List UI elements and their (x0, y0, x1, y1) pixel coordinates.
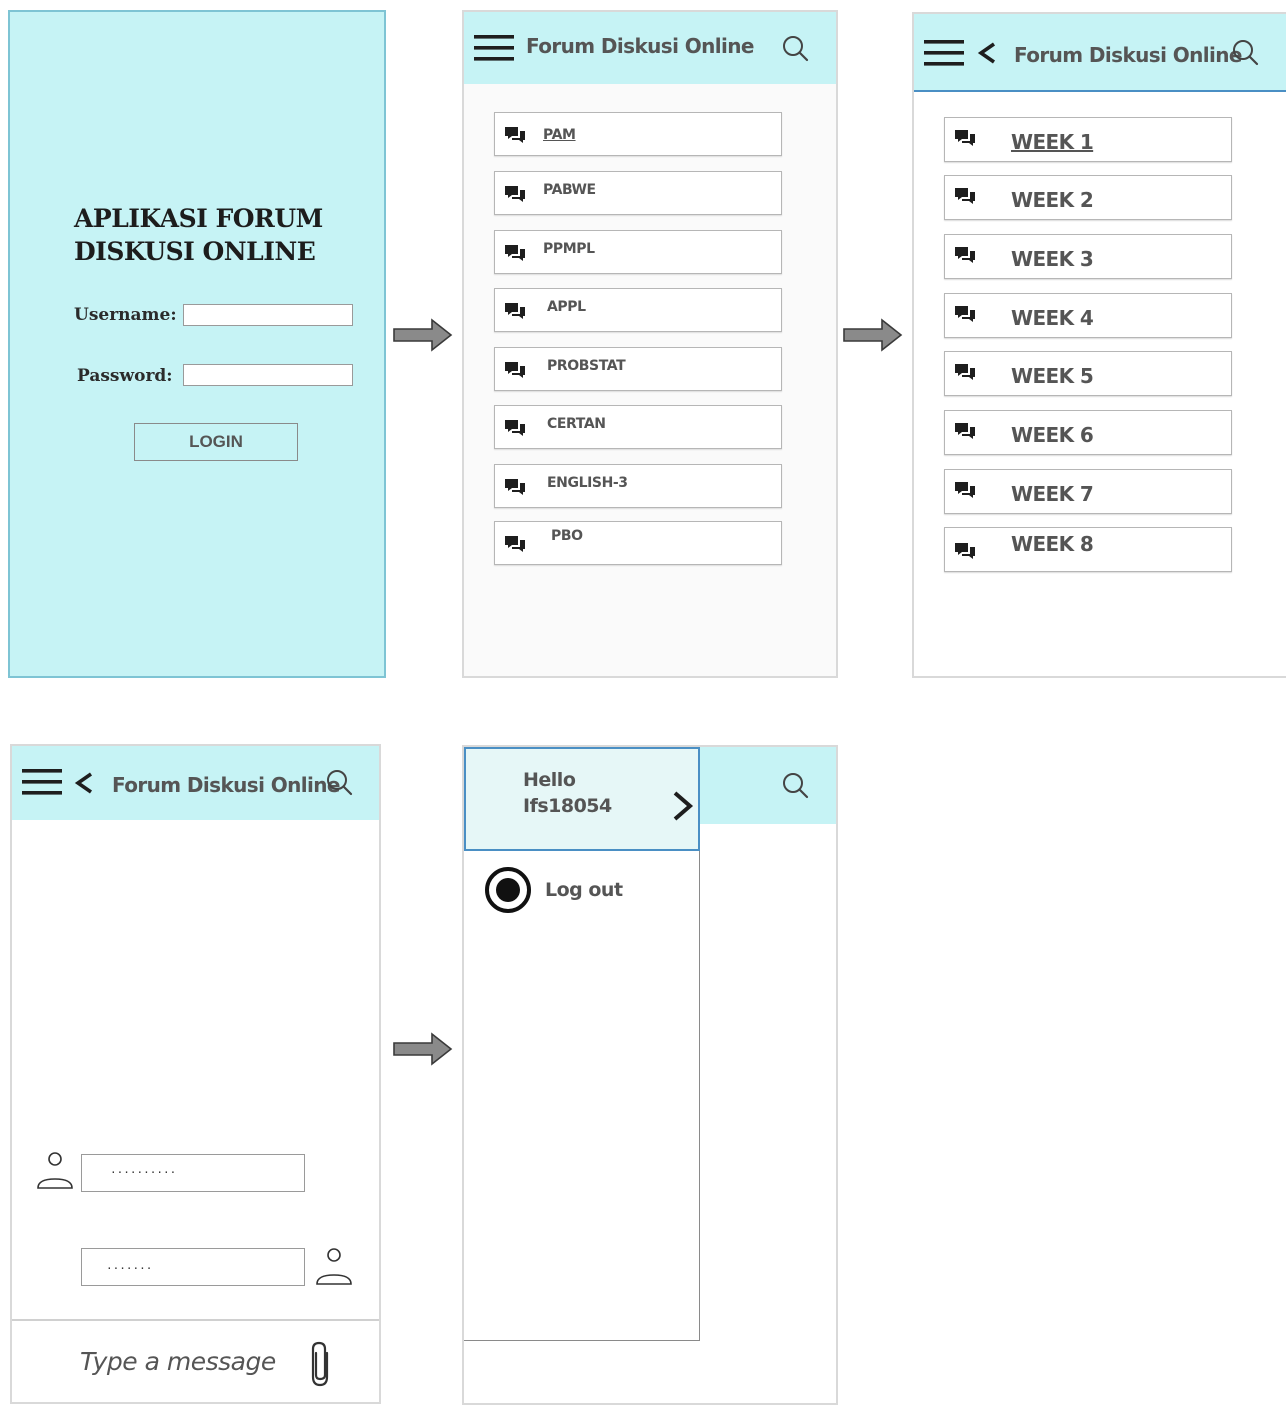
week-item[interactable]: WEEK 3 (944, 234, 1232, 279)
course-item-label: ENGLISH-3 (547, 475, 628, 491)
week-item[interactable]: WEEK 1 (944, 117, 1232, 162)
week-item-label: WEEK 1 (1011, 130, 1094, 154)
login-screen: APLIKASI FORUM DISKUSI ONLINE Username: … (8, 10, 386, 678)
message-input-placeholder[interactable]: Type a message (80, 1347, 276, 1376)
drawer-header: Hello Ifs18054 (464, 747, 700, 851)
username-label: Username: (74, 305, 177, 325)
app-title: APLIKASI FORUM DISKUSI ONLINE (74, 202, 374, 268)
page-title: Forum Diskusi Online (526, 34, 754, 58)
hamburger-icon[interactable] (22, 768, 62, 796)
greeting-username: Ifs18054 (523, 795, 612, 817)
chat-bubbles-icon (503, 360, 527, 382)
week-item-label: WEEK 4 (1011, 306, 1094, 330)
arrow-right-icon (393, 318, 453, 352)
week-item[interactable]: WEEK 7 (944, 469, 1232, 514)
top-bar: Forum Diskusi Online (464, 12, 836, 84)
top-bar: Forum Diskusi Online (914, 14, 1286, 92)
course-item[interactable]: PAM (494, 112, 782, 156)
course-item-label: PROBSTAT (547, 358, 626, 374)
chat-bubbles-icon (953, 421, 977, 443)
radio-selected-icon[interactable] (483, 867, 533, 913)
week-item-label: WEEK 5 (1011, 364, 1094, 388)
chevron-right-icon[interactable] (671, 789, 695, 823)
back-chevron-icon[interactable] (73, 771, 95, 795)
week-list-screen: Forum Diskusi Online WEEK 1 WEEK 2 WEEK 3 W… (912, 12, 1286, 678)
chat-bubbles-icon (503, 184, 527, 206)
course-item[interactable]: ENGLISH-3 (494, 464, 782, 508)
arrow-right-icon (393, 1032, 453, 1066)
course-item-label: PPMPL (543, 241, 595, 257)
chat-bubbles-icon (953, 128, 977, 150)
user-icon (314, 1246, 354, 1288)
chat-bubbles-icon (503, 125, 527, 147)
app-title-line2: DISKUSI ONLINE (74, 237, 316, 266)
logout-button[interactable]: Log out (545, 879, 623, 901)
search-icon[interactable] (1230, 38, 1260, 68)
user-icon (35, 1150, 75, 1192)
paperclip-icon[interactable] (305, 1339, 339, 1389)
top-bar: Forum Diskusi Online (12, 746, 379, 820)
course-item-label: CERTAN (547, 416, 606, 432)
chat-bubbles-icon (953, 186, 977, 208)
week-item-label: WEEK 3 (1011, 247, 1094, 271)
nav-drawer: Hello Ifs18054 Log out (464, 747, 700, 1341)
hamburger-icon[interactable] (474, 34, 514, 62)
page-title: Forum Diskusi Online (1014, 43, 1242, 67)
week-item-label: WEEK 2 (1011, 188, 1094, 212)
course-item[interactable]: PBO (494, 521, 782, 565)
course-item-label: PABWE (543, 182, 596, 198)
chat-bubbles-icon (503, 418, 527, 440)
message-composer[interactable]: Type a message (12, 1319, 379, 1402)
week-item[interactable]: WEEK 8 (944, 527, 1232, 572)
password-input[interactable] (183, 364, 353, 386)
course-item[interactable]: PROBSTAT (494, 347, 782, 391)
search-icon[interactable] (324, 768, 354, 798)
week-item[interactable]: WEEK 2 (944, 175, 1232, 220)
search-icon[interactable] (780, 771, 810, 801)
week-item-label: WEEK 8 (1011, 532, 1094, 556)
page-title: Forum Diskusi Online (112, 773, 340, 797)
chat-bubbles-icon (953, 362, 977, 384)
course-item-label: APPL (547, 299, 586, 315)
hamburger-icon[interactable] (924, 39, 964, 67)
chat-bubbles-icon (953, 245, 977, 267)
search-icon[interactable] (780, 34, 810, 64)
course-list-screen: Forum Diskusi Online PAM PABWE PPMPL APPL PR… (462, 10, 838, 678)
course-item-label: PAM (543, 127, 576, 143)
message-bubble-outgoing: ....... (81, 1248, 305, 1286)
chat-bubbles-icon (953, 304, 977, 326)
chat-bubbles-icon (953, 480, 977, 502)
chat-bubbles-icon (503, 534, 527, 556)
week-item-label: WEEK 6 (1011, 423, 1094, 447)
message-bubble-incoming: .......... (81, 1154, 305, 1192)
arrow-right-icon (843, 318, 903, 352)
chat-bubbles-icon (503, 477, 527, 499)
chat-screen: Forum Diskusi Online .......... ....... … (10, 744, 381, 1404)
week-item[interactable]: WEEK 6 (944, 410, 1232, 455)
chat-bubbles-icon (503, 243, 527, 265)
week-item[interactable]: WEEK 4 (944, 293, 1232, 338)
week-item[interactable]: WEEK 5 (944, 351, 1232, 396)
drawer-screen: Hello Ifs18054 Log out (462, 745, 838, 1405)
back-chevron-icon[interactable] (976, 41, 998, 65)
top-bar (700, 747, 836, 824)
course-item[interactable]: PABWE (494, 171, 782, 215)
course-item[interactable]: CERTAN (494, 405, 782, 449)
password-label: Password: (77, 366, 173, 386)
username-input[interactable] (183, 304, 353, 326)
greeting-line1: Hello (523, 769, 576, 791)
course-item[interactable]: PPMPL (494, 230, 782, 274)
login-button[interactable]: LOGIN (134, 423, 298, 461)
course-item-label: PBO (551, 528, 583, 544)
app-title-line1: APLIKASI FORUM (74, 204, 323, 233)
course-item[interactable]: APPL (494, 288, 782, 332)
chat-bubbles-icon (503, 301, 527, 323)
chat-bubbles-icon (953, 541, 977, 563)
week-item-label: WEEK 7 (1011, 482, 1094, 506)
